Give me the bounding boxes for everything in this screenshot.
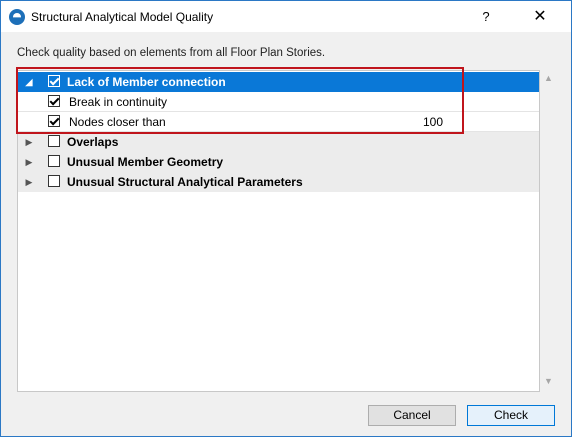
collapsed-triangle-icon[interactable]: ▶ [24, 152, 34, 172]
overlaps-checkbox[interactable] [48, 135, 60, 147]
lack-of-member-connection-checkbox[interactable] [48, 75, 60, 87]
scroll-up-arrow-icon[interactable]: ▲ [544, 73, 553, 83]
tree-item-label: Unusual Member Geometry [67, 155, 224, 169]
tree-item-label: Nodes closer than [69, 115, 166, 129]
collapsed-triangle-icon[interactable]: ▶ [24, 132, 34, 152]
dialog-window: Structural Analytical Model Quality ? ✕ … [0, 0, 572, 437]
scroll-down-arrow-icon[interactable]: ▼ [544, 376, 553, 386]
archicad-app-icon [9, 9, 25, 25]
unusual-structural-analytical-parameters-checkbox[interactable] [48, 175, 60, 187]
close-button[interactable]: ✕ [517, 1, 563, 32]
tree-item-label: Lack of Member connection [67, 75, 226, 89]
title-bar: Structural Analytical Model Quality ? ✕ [1, 1, 571, 32]
break-in-continuity-checkbox[interactable] [48, 95, 60, 107]
dialog-title: Structural Analytical Model Quality [31, 10, 214, 24]
nodes-distance-value[interactable]: 100 [423, 112, 443, 132]
tree-item-label: Overlaps [67, 135, 119, 149]
help-button[interactable]: ? [463, 1, 509, 32]
check-button[interactable]: Check [467, 405, 555, 426]
tree-item-lack-of-member-connection[interactable]: ◢ Lack of Member connection [18, 72, 539, 92]
tree-item-label: Unusual Structural Analytical Parameters [67, 175, 303, 189]
vertical-scrollbar[interactable]: ▲ ▼ [540, 70, 557, 392]
tree-item-unusual-member-geometry[interactable]: ▶ Unusual Member Geometry [18, 152, 539, 172]
tree-item-break-in-continuity[interactable]: Break in continuity [18, 92, 539, 112]
tree-item-overlaps[interactable]: ▶ Overlaps [18, 132, 539, 152]
tree-item-unusual-structural-analytical-parameters[interactable]: ▶ Unusual Structural Analytical Paramete… [18, 172, 539, 192]
tree-item-nodes-closer-than[interactable]: Nodes closer than 100 [18, 112, 539, 132]
description-text: Check quality based on elements from all… [17, 47, 326, 59]
nodes-closer-than-checkbox[interactable] [48, 115, 60, 127]
expanded-triangle-icon[interactable]: ◢ [24, 72, 34, 92]
tree-item-label: Break in continuity [69, 95, 168, 109]
quality-check-tree: ◢ Lack of Member connection Break in con… [17, 70, 540, 392]
collapsed-triangle-icon[interactable]: ▶ [24, 172, 34, 192]
unusual-member-geometry-checkbox[interactable] [48, 155, 60, 167]
cancel-button[interactable]: Cancel [368, 405, 456, 426]
